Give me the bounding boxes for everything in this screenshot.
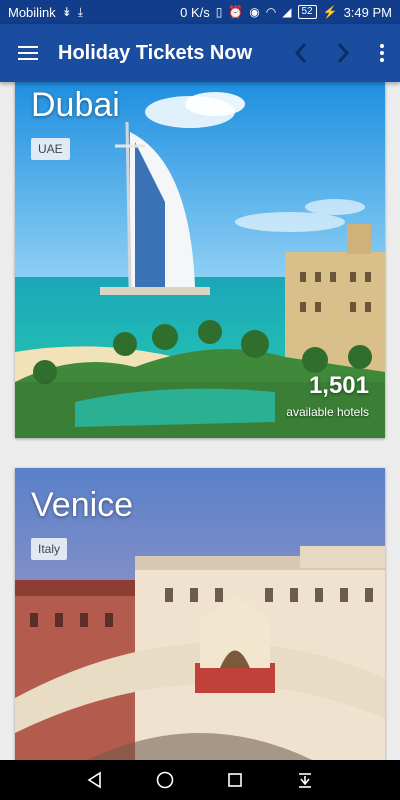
chevron-left-icon (294, 43, 307, 63)
destination-card-venice[interactable]: Venice Italy (15, 468, 385, 760)
back-nav-button[interactable] (75, 760, 115, 800)
signal-icon: ◢ (282, 5, 292, 19)
destination-list[interactable]: Dubai UAE 1,501 available hotels Venice … (0, 82, 400, 760)
download-icon: ⤓ (77, 5, 84, 19)
app-bar: Holiday Tickets Now (0, 24, 400, 82)
charging-icon: ⚡ (322, 5, 338, 19)
square-recent-icon (228, 773, 242, 787)
pull-down-icon (299, 773, 311, 788)
city-name: Dubai (31, 86, 120, 124)
home-nav-button[interactable] (145, 760, 185, 800)
clock: 3:49 PM (343, 4, 392, 20)
usb-icon: ↡ (61, 5, 72, 19)
chevron-right-icon (337, 43, 350, 63)
battery-indicator: 52 (297, 5, 317, 19)
network-speed: 0 K/s (180, 4, 210, 20)
city-name: Venice (31, 486, 134, 524)
notifications-nav-button[interactable] (285, 760, 325, 800)
eye-icon: ◉ (249, 5, 260, 19)
carrier-label: Mobilink (8, 4, 56, 20)
triangle-back-icon (87, 771, 101, 789)
destination-card-dubai[interactable]: Dubai UAE 1,501 available hotels (15, 82, 385, 438)
previous-button[interactable] (280, 24, 322, 82)
menu-icon (18, 46, 38, 60)
more-vert-icon (380, 44, 384, 62)
circle-home-icon (156, 771, 174, 789)
system-navigation-bar (0, 760, 400, 800)
status-bar: Mobilink ↡ ⤓ 0 K/s ▯ ⏰ ◉ ◠ ◢ 52 ⚡ 3:49 P… (0, 0, 400, 24)
country-badge: Italy (31, 538, 68, 560)
country-badge: UAE (31, 138, 70, 160)
hotel-count: 1,501 (308, 372, 369, 399)
menu-button[interactable] (0, 24, 56, 82)
app-title: Holiday Tickets Now (58, 41, 253, 64)
vibrate-icon: ▯ (215, 5, 223, 19)
more-options-button[interactable] (364, 24, 400, 82)
wifi-icon: ◠ (265, 5, 277, 19)
hotel-count-label: available hotels (286, 405, 369, 419)
alarm-icon: ⏰ (228, 5, 244, 19)
next-button[interactable] (322, 24, 364, 82)
recents-nav-button[interactable] (215, 760, 255, 800)
